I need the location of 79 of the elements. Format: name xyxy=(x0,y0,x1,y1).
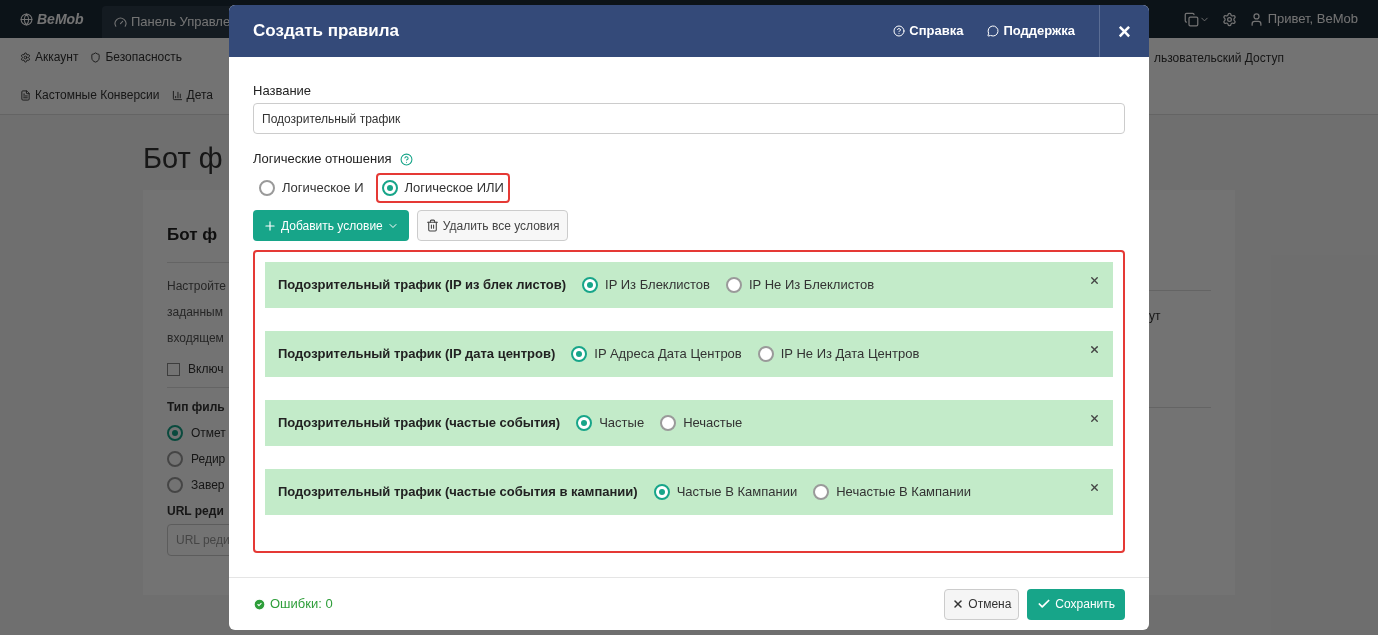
radio-button[interactable] xyxy=(576,415,593,431)
shield-icon xyxy=(90,51,102,63)
checkbox[interactable] xyxy=(167,362,180,376)
field-label: URL реди xyxy=(167,503,224,520)
support-link[interactable]: Поддержка xyxy=(987,21,1075,41)
logo-icon xyxy=(20,12,33,26)
copy-icon[interactable] xyxy=(1183,11,1199,27)
card-title: Бот ф xyxy=(167,224,218,246)
radio-label: Частые В Кампании xyxy=(676,483,798,502)
name-field[interactable]: Подозрительный трафик xyxy=(253,103,1125,134)
errors-status: Ошибки: 0 xyxy=(253,594,333,614)
text-fragment: ут xyxy=(1149,309,1161,323)
radio-label: Логическое И xyxy=(282,179,364,198)
radio-button[interactable] xyxy=(653,484,670,500)
radio-label: Нечастые xyxy=(683,414,743,433)
radio-label: Частые xyxy=(599,414,645,433)
document-icon xyxy=(20,89,31,101)
save-button[interactable]: Сохранить xyxy=(1027,588,1125,620)
radio-button[interactable] xyxy=(726,277,742,293)
bar-chart-icon xyxy=(171,89,183,101)
remove-icon[interactable] xyxy=(1089,482,1100,493)
user-menu[interactable]: Привет, BeMob xyxy=(1248,9,1358,29)
radio-label: IP Адреса Дата Центров xyxy=(594,345,742,364)
chat-icon xyxy=(987,25,1000,37)
radio-label: Нечастые В Кампании xyxy=(836,483,972,502)
radio-button[interactable] xyxy=(582,277,599,293)
logo: BeMob xyxy=(20,0,102,38)
description-line: заданным xyxy=(167,304,223,321)
close-button[interactable]: × xyxy=(1099,5,1149,57)
field-label: Название xyxy=(253,82,313,100)
radio-button[interactable] xyxy=(381,180,398,196)
radio-label: Редир xyxy=(191,451,226,468)
radio-label: Логическое ИЛИ xyxy=(404,179,504,198)
radio-button[interactable] xyxy=(660,415,677,431)
help-link[interactable]: Справка xyxy=(893,21,964,41)
check-icon xyxy=(1037,597,1052,611)
add-condition-button[interactable]: Добавить условие xyxy=(253,210,409,241)
settings-icon[interactable] xyxy=(1221,11,1237,27)
remove-icon[interactable] xyxy=(1089,413,1100,424)
check-circle-icon xyxy=(253,597,266,611)
condition-label: Подозрительный трафик (частые события в кампании) xyxy=(278,483,638,502)
help-icon[interactable] xyxy=(399,152,413,166)
description-line: входящем xyxy=(167,330,224,347)
description-line: Настройте xyxy=(167,278,226,295)
condition-label: Подозрительный трафик (частые события) xyxy=(278,414,561,433)
delete-all-button[interactable]: Удалить все условия xyxy=(416,210,569,241)
nav-link[interactable]: Безопасность xyxy=(90,48,182,67)
radio-label: Завер xyxy=(191,477,225,494)
plus-icon xyxy=(263,218,277,233)
user-icon xyxy=(1248,11,1264,27)
nav-link[interactable]: Кастомные Конверсии xyxy=(20,86,160,105)
settings-icon xyxy=(20,51,31,63)
checkbox-label: Включ xyxy=(188,361,224,378)
radio-button[interactable] xyxy=(167,477,183,493)
field-label: Тип филь xyxy=(167,399,225,416)
radio-button[interactable] xyxy=(167,425,183,441)
help-icon xyxy=(893,25,906,37)
remove-icon[interactable] xyxy=(1089,275,1100,286)
cancel-button[interactable]: Отмена xyxy=(944,588,1020,620)
radio-button[interactable] xyxy=(757,346,774,362)
radio-label: IP Не Из Дата Центров xyxy=(780,345,920,364)
radio-label: Отмет xyxy=(191,425,226,442)
nav-link[interactable]: Аккаунт xyxy=(20,48,79,67)
gauge-icon xyxy=(114,15,127,29)
radio-label: IP Из Блеклистов xyxy=(605,276,710,295)
radio-button[interactable] xyxy=(571,346,588,362)
condition-label: Подозрительный трафик (IP из блек листов) xyxy=(278,276,567,295)
radio-button[interactable] xyxy=(813,484,830,500)
radio-button[interactable] xyxy=(167,451,183,467)
nav-link[interactable]: льзовательский Доступ xyxy=(1154,51,1284,66)
trash-icon xyxy=(425,219,439,232)
radio-button[interactable] xyxy=(259,180,275,196)
condition-label: Подозрительный трафик (IP дата центров) xyxy=(278,345,556,364)
radio-label: IP Не Из Блеклистов xyxy=(749,276,875,295)
page-title: Бот ф xyxy=(143,141,223,176)
close-icon xyxy=(952,598,965,610)
field-label: Логические отношения xyxy=(253,150,392,169)
remove-icon[interactable] xyxy=(1089,344,1100,355)
nav-link[interactable]: Дета xyxy=(171,86,213,105)
